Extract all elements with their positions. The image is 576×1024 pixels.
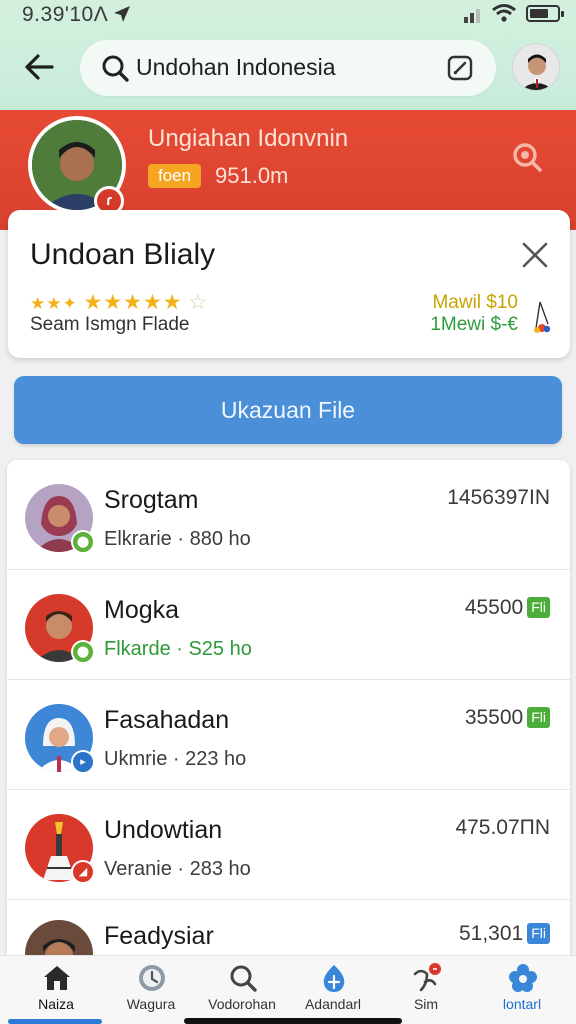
list-item-amount-value: 35500	[464, 706, 524, 729]
list-item-name: Mogka	[104, 596, 180, 624]
list-item-meta: Veranie · 283 ho	[104, 858, 251, 880]
app-header: 9.39'10Λ Undohan Indonesia	[0, 0, 576, 110]
list-item-amount: 51,301 Fli	[459, 922, 550, 946]
list-item-name: Undowtian	[104, 816, 223, 844]
list-item-amount: 35500 Fli	[465, 706, 550, 730]
status-dot: ◢	[71, 860, 95, 884]
banner-title: Ungiahan Idonvnin	[148, 125, 349, 152]
list-item-amount-value: 51,301	[458, 922, 524, 945]
card-title: Undoan Blialy	[30, 238, 216, 271]
nav-label: Naiza	[38, 996, 74, 1012]
active-tab-indicator	[8, 1019, 102, 1024]
banner-chip: foen	[148, 164, 202, 188]
location-arrow-icon	[114, 6, 130, 22]
list-item[interactable]: ⬤ Srogtam Elkrarie · 880 ho 1456397IN	[7, 460, 570, 570]
edit-icon[interactable]	[446, 54, 474, 82]
list-item-meta: Ukmrie · 223 ho	[104, 748, 247, 770]
signal-icon	[464, 9, 480, 23]
nav-tab-sim[interactable]: Sim	[378, 956, 474, 1024]
status-time: 9.39'10Λ	[22, 3, 109, 26]
banner-value: 951.0m	[215, 163, 289, 188]
nav-label: Wagura	[126, 996, 176, 1012]
clock-icon	[139, 965, 165, 991]
search-input[interactable]: Undohan Indonesia	[136, 54, 336, 81]
results-list: ⬤ Srogtam Elkrarie · 880 ho 1456397IN ⬤ …	[7, 460, 570, 970]
search-bar[interactable]: Undohan Indonesia	[80, 40, 496, 96]
status-dot: ⬤	[71, 640, 95, 664]
list-item[interactable]: ▸ Fasahadan Ukmrie · 223 ho 35500 Fli	[7, 680, 570, 790]
pin-icon	[413, 963, 441, 992]
bottom-navigation: Naiza Wagura Vodorohan Adandarl Sim lont…	[0, 955, 576, 1024]
nav-label: Adandarl	[304, 996, 362, 1012]
user-avatar[interactable]	[512, 43, 560, 91]
flame-icon	[323, 965, 345, 992]
list-item-amount: 1456397IN	[447, 486, 550, 510]
battery-icon	[526, 5, 564, 22]
nav-tab-vodorohan[interactable]: Vodorohan	[194, 956, 290, 1024]
wifi-icon	[492, 4, 516, 22]
close-icon[interactable]	[520, 240, 550, 270]
home-indicator[interactable]	[184, 1018, 402, 1024]
list-item-name: Feadysiar	[104, 922, 214, 950]
upload-file-button[interactable]: Ukazuan File	[14, 376, 562, 444]
list-item-meta: Flkarde · S25 ho	[104, 638, 252, 660]
list-item[interactable]: ⬤ Mogka Flkarde · S25 ho 45500 Fli	[7, 570, 570, 680]
rating-stars-small: ★★✦	[30, 294, 78, 313]
flower-icon	[509, 964, 537, 992]
list-item[interactable]: ◢ Undowtian Veranie · 283 ho 475.07ΠN	[7, 790, 570, 900]
card-subtitle: Seam Ismgn Flade	[30, 314, 190, 335]
nav-label: Vodorohan	[208, 996, 276, 1012]
list-item-amount-value: 45500	[464, 596, 524, 619]
list-item-amount: 45500 Fli	[465, 596, 550, 620]
search-icon	[230, 965, 257, 992]
list-item-amount: 475.07ΠN	[455, 816, 550, 840]
status-dot: ⬤	[71, 530, 95, 554]
rating-star-empty: ☆	[188, 291, 209, 314]
status-dot: ▸	[71, 750, 95, 774]
card-price-primary: Mawil $10	[432, 292, 518, 313]
list-item-amount-value: 1456397IN	[447, 486, 550, 509]
nav-tab-naiza[interactable]: Naiza	[8, 956, 104, 1024]
card-price-secondary: 1Mewi $-€	[430, 314, 518, 335]
rating-stars: ★★✦ ★★★★★ ☆	[30, 290, 208, 315]
nav-tab-adandarl[interactable]: Adandarl	[285, 956, 381, 1024]
list-item-tag: Fli	[527, 707, 550, 728]
list-item-tag: Fli	[527, 597, 550, 618]
decorative-fruit-icon	[534, 301, 551, 333]
home-icon	[44, 966, 70, 990]
list-item-amount-value: 475.07ΠN	[455, 816, 550, 839]
list-item-meta: Elkrarie · 880 ho	[104, 528, 251, 550]
status-bar: 9.39'10Λ	[0, 0, 576, 30]
nav-tab-wagura[interactable]: Wagura	[103, 956, 199, 1024]
list-item-tag: Fli	[527, 923, 550, 944]
info-card: Undoan Blialy ★★✦ ★★★★★ ☆ Seam Ismgn Fla…	[8, 210, 570, 358]
avatar-person-icon	[513, 44, 559, 90]
search-icon	[102, 55, 129, 82]
banner-search-icon[interactable]	[510, 140, 544, 174]
rating-stars-full: ★★★★★	[83, 291, 183, 314]
list-item-name: Srogtam	[104, 486, 199, 514]
nav-label: lontarl	[502, 996, 542, 1012]
nav-tab-lontarl[interactable]: lontarl	[474, 956, 570, 1024]
list-item-name: Fasahadan	[104, 706, 230, 734]
nav-label: Sim	[413, 996, 439, 1012]
back-arrow-icon[interactable]	[22, 50, 58, 84]
